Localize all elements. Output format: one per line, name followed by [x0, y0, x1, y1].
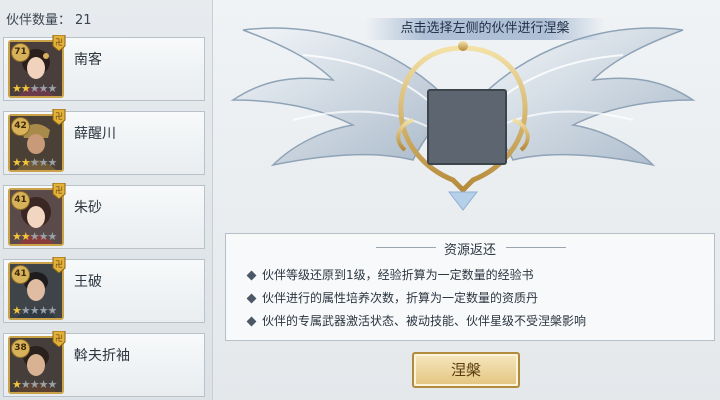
star-icon: ★ — [29, 378, 40, 391]
star-icon: ★ — [20, 304, 31, 317]
diamond-bullet-icon — [246, 316, 257, 327]
star-icon: ★ — [38, 156, 49, 169]
partner-name: 朱砂 — [74, 200, 102, 216]
star-icon: ★ — [20, 156, 31, 169]
selection-hint: 点击选择左侧的伙伴进行涅槃 — [365, 18, 605, 40]
list-item: 伙伴进行的属性培养次数，折算为一定数量的资质丹 — [246, 287, 586, 310]
diamond-bullet-icon — [246, 293, 257, 304]
partner-name: 王破 — [74, 274, 102, 290]
svg-text:卍: 卍 — [55, 38, 63, 47]
partner-card[interactable]: 71 ★★★★★ 卍 南客 — [3, 35, 205, 101]
resource-return-title: 资源返还 — [443, 243, 496, 258]
star-icon: ★ — [29, 82, 40, 95]
star-icon: ★ — [38, 230, 49, 243]
list-item: 伙伴等级还原到1级，经验折算为一定数量的经验书 — [246, 264, 586, 287]
star-icon: ★ — [29, 156, 40, 169]
svg-text:卍: 卍 — [55, 186, 63, 195]
list-item-text: 伙伴的专属武器激活状态、被动技能、伙伴星级不受涅槃影响 — [262, 314, 587, 328]
nirvana-button[interactable]: 涅槃 — [412, 352, 520, 388]
star-icon: ★ — [38, 82, 49, 95]
svg-text:卍: 卍 — [55, 112, 63, 121]
star-icon: ★ — [12, 230, 22, 243]
partner-card[interactable]: 38 ★★★★★ 卍 斡夫折袖 — [3, 331, 205, 397]
star-icon: ★ — [20, 378, 31, 391]
seal-icon: 卍 — [52, 35, 66, 51]
star-icon: ★ — [38, 378, 49, 391]
svg-text:卍: 卍 — [55, 334, 63, 343]
star-icon: ★ — [12, 82, 22, 95]
partner-card[interactable]: 41 ★★★★★ 卍 朱砂 — [3, 183, 205, 249]
partner-name: 南客 — [74, 52, 102, 68]
list-item-text: 伙伴等级还原到1级，经验折算为一定数量的经验书 — [262, 268, 534, 282]
star-icon: ★ — [20, 230, 31, 243]
partner-card[interactable]: 41 ★★★★★ 卍 王破 — [3, 257, 205, 323]
star-rating: ★★★★★ — [12, 304, 58, 317]
partner-name: 薛醒川 — [74, 126, 116, 142]
star-rating: ★★★★★ — [12, 378, 58, 391]
level-badge: 38 — [11, 339, 30, 358]
partner-count: 伙伴数量： 21 — [6, 9, 92, 28]
star-icon: ★ — [12, 156, 22, 169]
partner-panel: 伙伴数量： 21 71 ★★★★★ 卍 南客 42 ★★★★★ 卍 薛醒川 41… — [0, 0, 213, 400]
star-icon: ★ — [12, 378, 22, 391]
diamond-bullet-icon — [246, 270, 257, 281]
star-icon: ★ — [47, 230, 58, 243]
level-badge: 42 — [11, 117, 30, 136]
seal-icon: 卍 — [52, 257, 66, 273]
partner-name: 斡夫折袖 — [74, 348, 130, 364]
level-badge: 41 — [11, 265, 30, 284]
star-rating: ★★★★★ — [12, 230, 58, 243]
star-icon: ★ — [12, 304, 22, 317]
seal-icon: 卍 — [52, 109, 66, 125]
level-badge: 41 — [11, 191, 30, 210]
star-icon: ★ — [47, 304, 58, 317]
star-icon: ★ — [47, 378, 58, 391]
star-icon: ★ — [47, 82, 58, 95]
seal-icon: 卍 — [52, 331, 66, 347]
star-icon: ★ — [38, 304, 49, 317]
partner-count-label: 伙伴数量： — [6, 13, 72, 28]
resource-return-box: 资源返还 伙伴等级还原到1级，经验折算为一定数量的经验书 伙伴进行的属性培养次数… — [225, 233, 715, 341]
star-icon: ★ — [29, 304, 40, 317]
star-icon: ★ — [29, 230, 40, 243]
star-icon: ★ — [47, 156, 58, 169]
svg-text:卍: 卍 — [55, 260, 63, 269]
star-rating: ★★★★★ — [12, 82, 58, 95]
partner-count-value: 21 — [75, 13, 92, 28]
level-badge: 71 — [11, 43, 30, 62]
star-icon: ★ — [20, 82, 31, 95]
partner-card[interactable]: 42 ★★★★★ 卍 薛醒川 — [3, 109, 205, 175]
resource-return-list: 伙伴等级还原到1级，经验折算为一定数量的经验书 伙伴进行的属性培养次数，折算为一… — [246, 264, 587, 333]
star-rating: ★★★★★ — [12, 156, 58, 169]
nirvana-panel: 点击选择左侧的伙伴进行涅槃 资源返还 伙伴等级还原到1级，经验折算为一定数量的经… — [213, 0, 720, 400]
list-item: 伙伴的专属武器激活状态、被动技能、伙伴星级不受涅槃影响 — [246, 310, 587, 333]
seal-icon: 卍 — [52, 183, 66, 199]
list-item-text: 伙伴进行的属性培养次数，折算为一定数量的资质丹 — [262, 291, 539, 305]
partner-slot[interactable] — [427, 89, 507, 165]
